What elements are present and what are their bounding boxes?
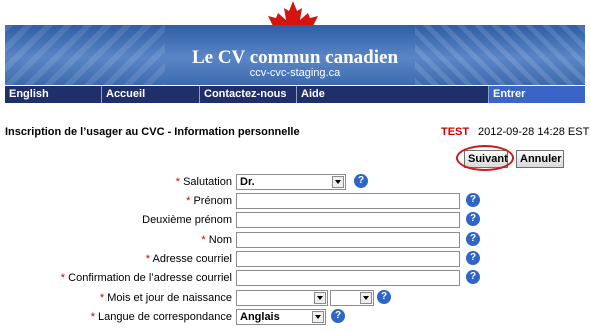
last-name-label: * Nom	[201, 234, 232, 246]
language-select[interactable]: Anglais	[236, 309, 326, 325]
site-banner: Le CV commun canadien ccv-cvc-staging.ca	[5, 25, 585, 85]
salutation-select[interactable]: Dr.	[236, 174, 346, 190]
form-row-email: * Adresse courriel ?	[0, 251, 590, 269]
email-confirm-field[interactable]	[236, 270, 460, 286]
first-name-field[interactable]	[236, 193, 460, 209]
nav-item-accueil[interactable]: Accueil	[101, 86, 199, 103]
birth-label: * Mois et jour de naissance	[99, 292, 232, 304]
help-icon[interactable]: ?	[354, 174, 368, 188]
form-row-last-name: * Nom ?	[0, 232, 590, 250]
salutation-label: * Salutation	[175, 176, 232, 188]
form-row-language: * Langue de correspondance Anglais ?	[0, 309, 590, 327]
email-label: * Adresse courriel	[145, 253, 232, 265]
help-icon[interactable]: ?	[331, 309, 345, 323]
email-field[interactable]	[236, 251, 460, 267]
birth-month-select[interactable]	[236, 290, 328, 306]
top-nav: English Accueil Contactez-nous Aide Entr…	[5, 86, 585, 103]
help-icon[interactable]: ?	[466, 212, 480, 226]
form-row-middle-name: Deuxième prénom ?	[0, 212, 590, 230]
middle-name-field[interactable]	[236, 212, 460, 228]
help-icon[interactable]: ?	[466, 193, 480, 207]
nav-item-contact[interactable]: Contactez-nous	[199, 86, 296, 103]
page-title: Inscription de l’usager au CVC - Informa…	[5, 126, 300, 138]
middle-name-label: Deuxième prénom	[142, 214, 232, 226]
nav-item-aide[interactable]: Aide	[296, 86, 488, 103]
cancel-button[interactable]: Annuler	[516, 150, 564, 168]
form-row-birth: * Mois et jour de naissance ?	[0, 290, 590, 308]
form-row-first-name: * Prénom ?	[0, 193, 590, 211]
nav-item-entrer[interactable]: Entrer	[488, 86, 585, 103]
last-name-field[interactable]	[236, 232, 460, 248]
site-subtitle: ccv-cvc-staging.ca	[249, 67, 341, 79]
dropdown-arrow-icon	[332, 176, 344, 188]
dropdown-arrow-icon	[312, 311, 324, 323]
dropdown-arrow-icon	[314, 292, 326, 304]
form-row-salutation: * Salutation Dr. ?	[0, 174, 590, 192]
form-row-email-confirm: * Confirmation de l’adresse courriel ?	[0, 270, 590, 288]
help-icon[interactable]: ?	[466, 232, 480, 246]
help-icon[interactable]: ?	[466, 270, 480, 284]
first-name-label: * Prénom	[186, 195, 232, 207]
email-confirm-label: * Confirmation de l’adresse courriel	[60, 272, 232, 284]
timestamp: 2012-09-28 14:28 EST	[478, 126, 590, 138]
help-icon[interactable]: ?	[377, 290, 391, 304]
help-icon[interactable]: ?	[466, 251, 480, 265]
language-label: * Langue de correspondance	[90, 311, 232, 323]
birth-day-select[interactable]	[330, 290, 374, 306]
dropdown-arrow-icon	[360, 292, 372, 304]
env-badge: TEST	[441, 126, 470, 138]
nav-item-english[interactable]: English	[5, 86, 101, 103]
site-title: Le CV commun canadien	[191, 47, 399, 68]
next-button[interactable]: Suivant	[464, 150, 508, 168]
